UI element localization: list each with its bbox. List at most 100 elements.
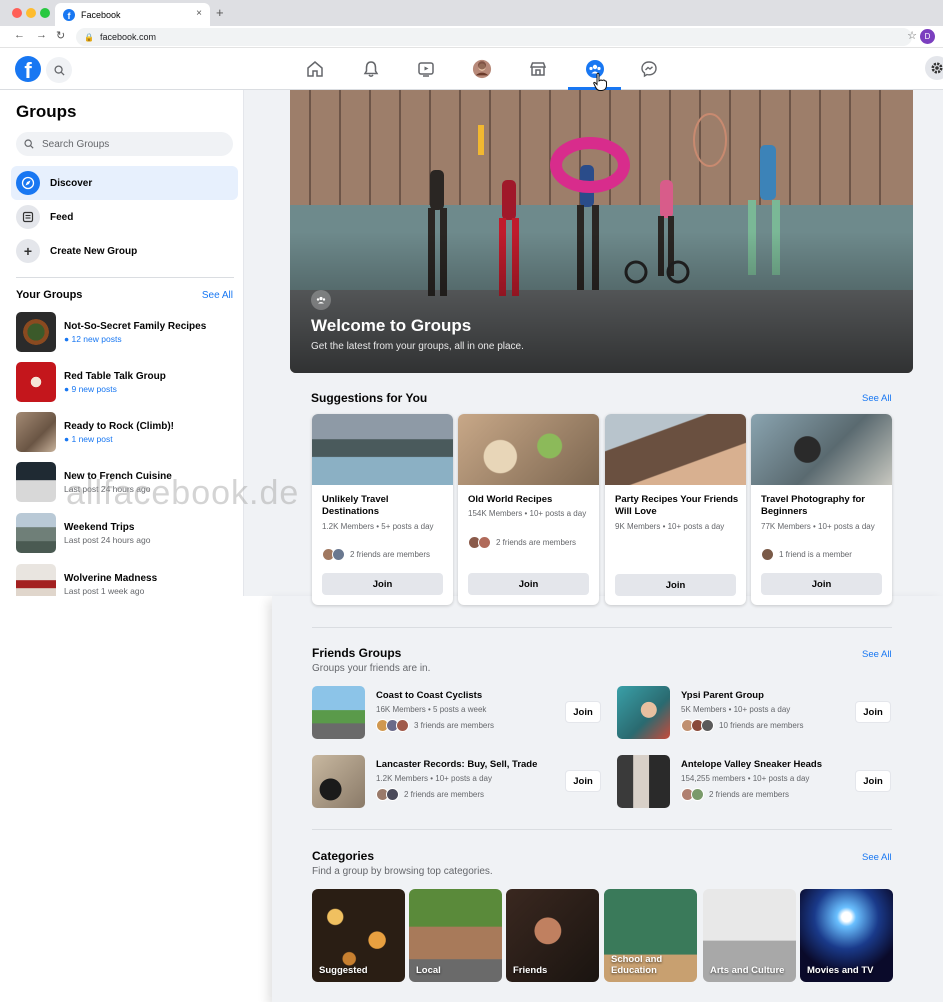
category-tile-movies-and-tv[interactable]: Movies and TV: [800, 889, 893, 982]
suggestion-card-image: [751, 414, 892, 485]
forward-arrow-icon[interactable]: →: [36, 29, 47, 41]
category-tile-friends[interactable]: Friends: [506, 889, 599, 982]
close-window-button[interactable]: [12, 8, 22, 18]
group-activity: ● 9 new posts: [64, 384, 117, 394]
suggestion-card[interactable]: Unlikely Travel Destinations 1.2K Member…: [312, 414, 453, 605]
group-meta: 16K Members • 5 posts a week: [376, 705, 487, 714]
browser-tab-bar: f Facebook × +: [0, 0, 943, 26]
group-name: Red Table Talk Group: [64, 371, 166, 382]
join-button[interactable]: Join: [565, 770, 601, 792]
group-meta: 154,255 members • 10+ posts a day: [681, 774, 810, 783]
your-groups-heading: Your Groups: [16, 289, 83, 301]
friends-group-item[interactable]: Ypsi Parent Group 5K Members • 10+ posts…: [617, 686, 907, 740]
sidebar-group-item[interactable]: Wolverine Madness Last post 1 week ago: [16, 564, 241, 596]
sidebar-group-item[interactable]: Ready to Rock (Climb)! ● 1 new post: [16, 412, 241, 452]
group-activity: Last post 24 hours ago: [64, 484, 151, 494]
messenger-icon[interactable]: [634, 56, 664, 82]
sidebar-group-item[interactable]: Red Table Talk Group ● 9 new posts: [16, 362, 241, 402]
lock-icon: 🔒: [84, 32, 94, 42]
group-activity: Last post 1 week ago: [64, 586, 145, 596]
sidebar-group-item[interactable]: New to French Cuisine Last post 24 hours…: [16, 462, 241, 502]
suggestions-see-all-link[interactable]: See All: [862, 393, 892, 404]
group-activity: Last post 24 hours ago: [64, 535, 151, 545]
browser-tab[interactable]: f Facebook ×: [55, 3, 210, 26]
browser-profile-avatar[interactable]: D: [920, 29, 935, 44]
friends-group-item[interactable]: Lancaster Records: Buy, Sell, Trade 1.2K…: [312, 755, 602, 809]
watch-video-icon[interactable]: [411, 56, 441, 82]
new-tab-button[interactable]: +: [216, 5, 224, 20]
join-button[interactable]: Join: [468, 573, 589, 595]
url-field[interactable]: 🔒 facebook.com: [76, 28, 912, 46]
facebook-logo-icon[interactable]: f: [15, 56, 41, 82]
group-name: Not-So-Secret Family Recipes: [64, 321, 207, 332]
profile-avatar-icon[interactable]: [467, 56, 497, 82]
sidebar-item-create-new-group[interactable]: + Create New Group: [11, 234, 238, 268]
category-label: Movies and TV: [807, 965, 874, 976]
search-icon[interactable]: [46, 57, 72, 83]
suggestion-card[interactable]: Party Recipes Your Friends Will Love 9K …: [605, 414, 746, 605]
gear-icon[interactable]: [925, 56, 943, 80]
welcome-hero-banner: Welcome to Groups Get the latest from yo…: [290, 90, 913, 373]
category-tile-school-and-education[interactable]: School and Education: [604, 889, 697, 982]
suggestion-card[interactable]: Travel Photography for Beginners 77K Mem…: [751, 414, 892, 605]
group-name: New to French Cuisine: [64, 471, 172, 482]
plus-icon: +: [16, 239, 40, 263]
friends-text: 2 friends are members: [350, 550, 431, 559]
suggestion-card[interactable]: Old World Recipes 154K Members • 10+ pos…: [458, 414, 599, 605]
notifications-bell-icon[interactable]: [356, 56, 386, 82]
friend-avatar: [478, 536, 491, 549]
friends-text: 10 friends are members: [719, 721, 804, 730]
friends-text: 2 friends are members: [404, 790, 485, 799]
category-tile-suggested[interactable]: Suggested: [312, 889, 405, 982]
suggestions-heading: Suggestions for You: [311, 391, 428, 405]
categories-subtitle: Find a group by browsing top categories.: [312, 866, 493, 877]
marketplace-icon[interactable]: [523, 56, 553, 82]
group-thumbnail: [16, 513, 56, 553]
category-tile-local[interactable]: Local: [409, 889, 502, 982]
group-name: Lancaster Records: Buy, Sell, Trade: [376, 759, 538, 770]
join-button[interactable]: Join: [565, 701, 601, 723]
tab-title: Facebook: [81, 9, 121, 20]
sidebar-group-item[interactable]: Weekend Trips Last post 24 hours ago: [16, 513, 241, 553]
sidebar-title: Groups: [16, 102, 77, 121]
facebook-top-nav: f: [0, 48, 943, 90]
friends-text: 3 friends are members: [414, 721, 495, 730]
close-tab-icon[interactable]: ×: [196, 8, 202, 19]
sidebar-group-item[interactable]: Not-So-Secret Family Recipes ● 12 new po…: [16, 312, 241, 352]
join-button[interactable]: Join: [855, 701, 891, 723]
categories-see-all-link[interactable]: See All: [862, 852, 892, 863]
friend-avatar: [386, 788, 399, 801]
your-groups-see-all-link[interactable]: See All: [202, 290, 233, 301]
suggestion-card-image: [312, 414, 453, 485]
group-meta: 1.2K Members • 10+ posts a day: [376, 774, 492, 783]
join-button[interactable]: Join: [855, 770, 891, 792]
friends-groups-heading: Friends Groups: [312, 646, 402, 660]
suggestion-card-meta: 9K Members • 10+ posts a day: [615, 522, 725, 531]
suggestion-card-friends: 1 friend is a member: [761, 548, 852, 561]
maximize-window-button[interactable]: [40, 8, 50, 18]
back-arrow-icon[interactable]: ←: [14, 29, 25, 41]
friends-groups-see-all-link[interactable]: See All: [862, 649, 892, 660]
join-button[interactable]: Join: [615, 574, 736, 596]
sidebar-item-feed[interactable]: Feed: [11, 200, 238, 234]
join-button[interactable]: Join: [761, 573, 882, 595]
suggestion-card-meta: 1.2K Members • 5+ posts a day: [322, 522, 434, 531]
friends-group-item[interactable]: Coast to Coast Cyclists 16K Members • 5 …: [312, 686, 602, 740]
reload-icon[interactable]: ↻: [56, 29, 65, 42]
join-button[interactable]: Join: [322, 573, 443, 595]
sidebar-divider: [16, 277, 234, 278]
group-activity: ● 1 new post: [64, 434, 113, 444]
address-bar: ← → ↻ 🔒 facebook.com ☆ D: [0, 26, 943, 48]
suggestion-card-image: [605, 414, 746, 485]
category-tile-arts-and-culture[interactable]: Arts and Culture: [703, 889, 796, 982]
minimize-window-button[interactable]: [26, 8, 36, 18]
category-label: Suggested: [319, 965, 368, 976]
sidebar-item-label: Create New Group: [50, 245, 138, 257]
sidebar-item-discover[interactable]: Discover: [11, 166, 238, 200]
home-icon[interactable]: [300, 56, 330, 82]
categories-heading: Categories: [312, 849, 375, 863]
group-thumbnail: [16, 312, 56, 352]
search-groups-input[interactable]: Search Groups: [16, 132, 233, 156]
friends-group-item[interactable]: Antelope Valley Sneaker Heads 154,255 me…: [617, 755, 907, 809]
bookmark-star-icon[interactable]: ☆: [907, 29, 917, 42]
